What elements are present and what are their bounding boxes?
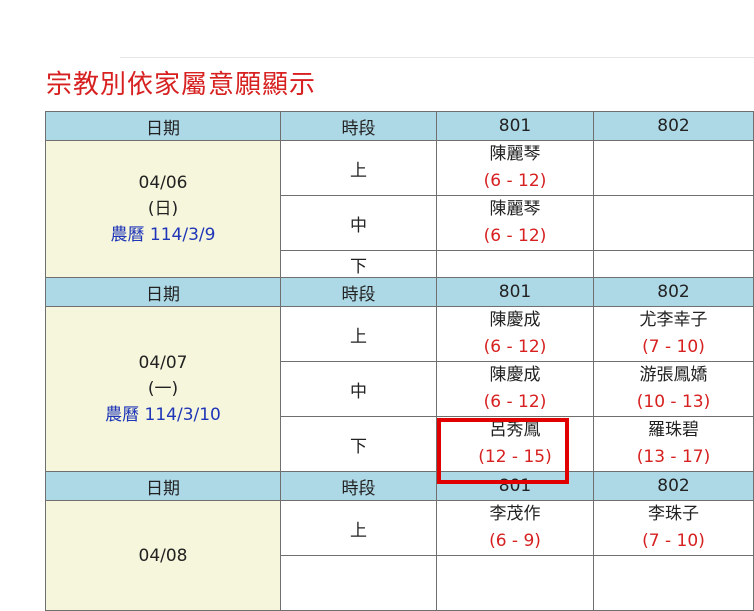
slot-cell-802[interactable] — [594, 196, 754, 251]
weekday-label: (一) — [46, 376, 280, 402]
header-802: 802 — [594, 278, 754, 307]
slot-cell-801[interactable] — [437, 556, 594, 611]
booking-name: 李珠子 — [594, 501, 753, 528]
header-801: 801 — [437, 472, 594, 501]
slot-cell-801[interactable]: 陳麗琴 (6 - 12) — [437, 196, 594, 251]
top-divider — [120, 57, 754, 58]
booking-range: (7 - 10) — [594, 528, 753, 555]
slot-cell-801[interactable]: 李茂作 (6 - 9) — [437, 501, 594, 556]
slot-cell-801[interactable] — [437, 251, 594, 278]
slot-cell-801[interactable]: 呂秀鳳 (12 - 15) — [437, 417, 594, 472]
date-cell: 04/07 (一) 農曆 114/3/10 — [46, 307, 281, 472]
header-802: 802 — [594, 472, 754, 501]
booking-range: (10 - 13) — [594, 389, 753, 416]
booking-name: 陳慶成 — [437, 307, 593, 334]
header-period: 時段 — [281, 112, 437, 141]
header-period: 時段 — [281, 472, 437, 501]
period-cell: 下 — [281, 251, 437, 278]
booking-name: 尤李幸子 — [594, 307, 753, 334]
header-801: 801 — [437, 112, 594, 141]
slot-cell-802[interactable] — [594, 251, 754, 278]
period-cell: 中 — [281, 362, 437, 417]
slot-cell-802[interactable] — [594, 141, 754, 196]
date-cell: 04/08 — [46, 501, 281, 611]
lunar-date-link[interactable]: 農曆 114/3/10 — [46, 402, 280, 428]
table-header-row: 日期 時段 801 802 — [46, 278, 754, 307]
page-title: 宗教別依家屬意願顯示 — [46, 64, 316, 101]
booking-name: 呂秀鳳 — [437, 417, 593, 444]
date-label: 04/08 — [46, 543, 280, 569]
slot-cell-802[interactable] — [594, 556, 754, 611]
slot-cell-801[interactable]: 陳慶成 (6 - 12) — [437, 362, 594, 417]
booking-name: 羅珠碧 — [594, 417, 753, 444]
booking-name: 陳麗琴 — [437, 196, 593, 223]
period-cell: 上 — [281, 307, 437, 362]
table-row: 04/08 上 李茂作 (6 - 9) 李珠子 (7 - 10) — [46, 501, 754, 556]
slot-cell-802[interactable]: 尤李幸子 (7 - 10) — [594, 307, 754, 362]
slot-cell-801[interactable]: 陳麗琴 (6 - 12) — [437, 141, 594, 196]
period-cell: 上 — [281, 141, 437, 196]
period-cell: 下 — [281, 417, 437, 472]
booking-range: (6 - 9) — [437, 528, 593, 555]
booking-range: (6 - 12) — [437, 389, 593, 416]
booking-name: 陳慶成 — [437, 362, 593, 389]
header-802: 802 — [594, 112, 754, 141]
period-cell: 上 — [281, 501, 437, 556]
schedule-table: 日期 時段 801 802 04/06 (日) 農曆 114/3/9 上 陳麗琴… — [45, 111, 754, 611]
period-cell: 中 — [281, 196, 437, 251]
booking-name: 游張鳳嬌 — [594, 362, 753, 389]
booking-range: (12 - 15) — [437, 444, 593, 471]
booking-range: (6 - 12) — [437, 223, 593, 250]
header-date: 日期 — [46, 112, 281, 141]
header-period: 時段 — [281, 278, 437, 307]
booking-range: (6 - 12) — [437, 168, 593, 195]
slot-cell-802[interactable]: 羅珠碧 (13 - 17) — [594, 417, 754, 472]
table-row: 04/07 (一) 農曆 114/3/10 上 陳慶成 (6 - 12) 尤李幸… — [46, 307, 754, 362]
header-date: 日期 — [46, 472, 281, 501]
table-header-row: 日期 時段 801 802 — [46, 472, 754, 501]
lunar-date-link[interactable]: 農曆 114/3/9 — [46, 222, 280, 248]
slot-cell-801[interactable]: 陳慶成 (6 - 12) — [437, 307, 594, 362]
slot-cell-802[interactable]: 游張鳳嬌 (10 - 13) — [594, 362, 754, 417]
booking-range: (13 - 17) — [594, 444, 753, 471]
period-cell — [281, 556, 437, 611]
table-header-row: 日期 時段 801 802 — [46, 112, 754, 141]
booking-range: (6 - 12) — [437, 334, 593, 361]
date-cell: 04/06 (日) 農曆 114/3/9 — [46, 141, 281, 278]
booking-range: (7 - 10) — [594, 334, 753, 361]
header-801: 801 — [437, 278, 594, 307]
header-date: 日期 — [46, 278, 281, 307]
weekday-label: (日) — [46, 196, 280, 222]
date-label: 04/06 — [46, 170, 280, 196]
booking-name: 陳麗琴 — [437, 141, 593, 168]
date-label: 04/07 — [46, 350, 280, 376]
booking-name: 李茂作 — [437, 501, 593, 528]
table-row: 04/06 (日) 農曆 114/3/9 上 陳麗琴 (6 - 12) — [46, 141, 754, 196]
slot-cell-802[interactable]: 李珠子 (7 - 10) — [594, 501, 754, 556]
